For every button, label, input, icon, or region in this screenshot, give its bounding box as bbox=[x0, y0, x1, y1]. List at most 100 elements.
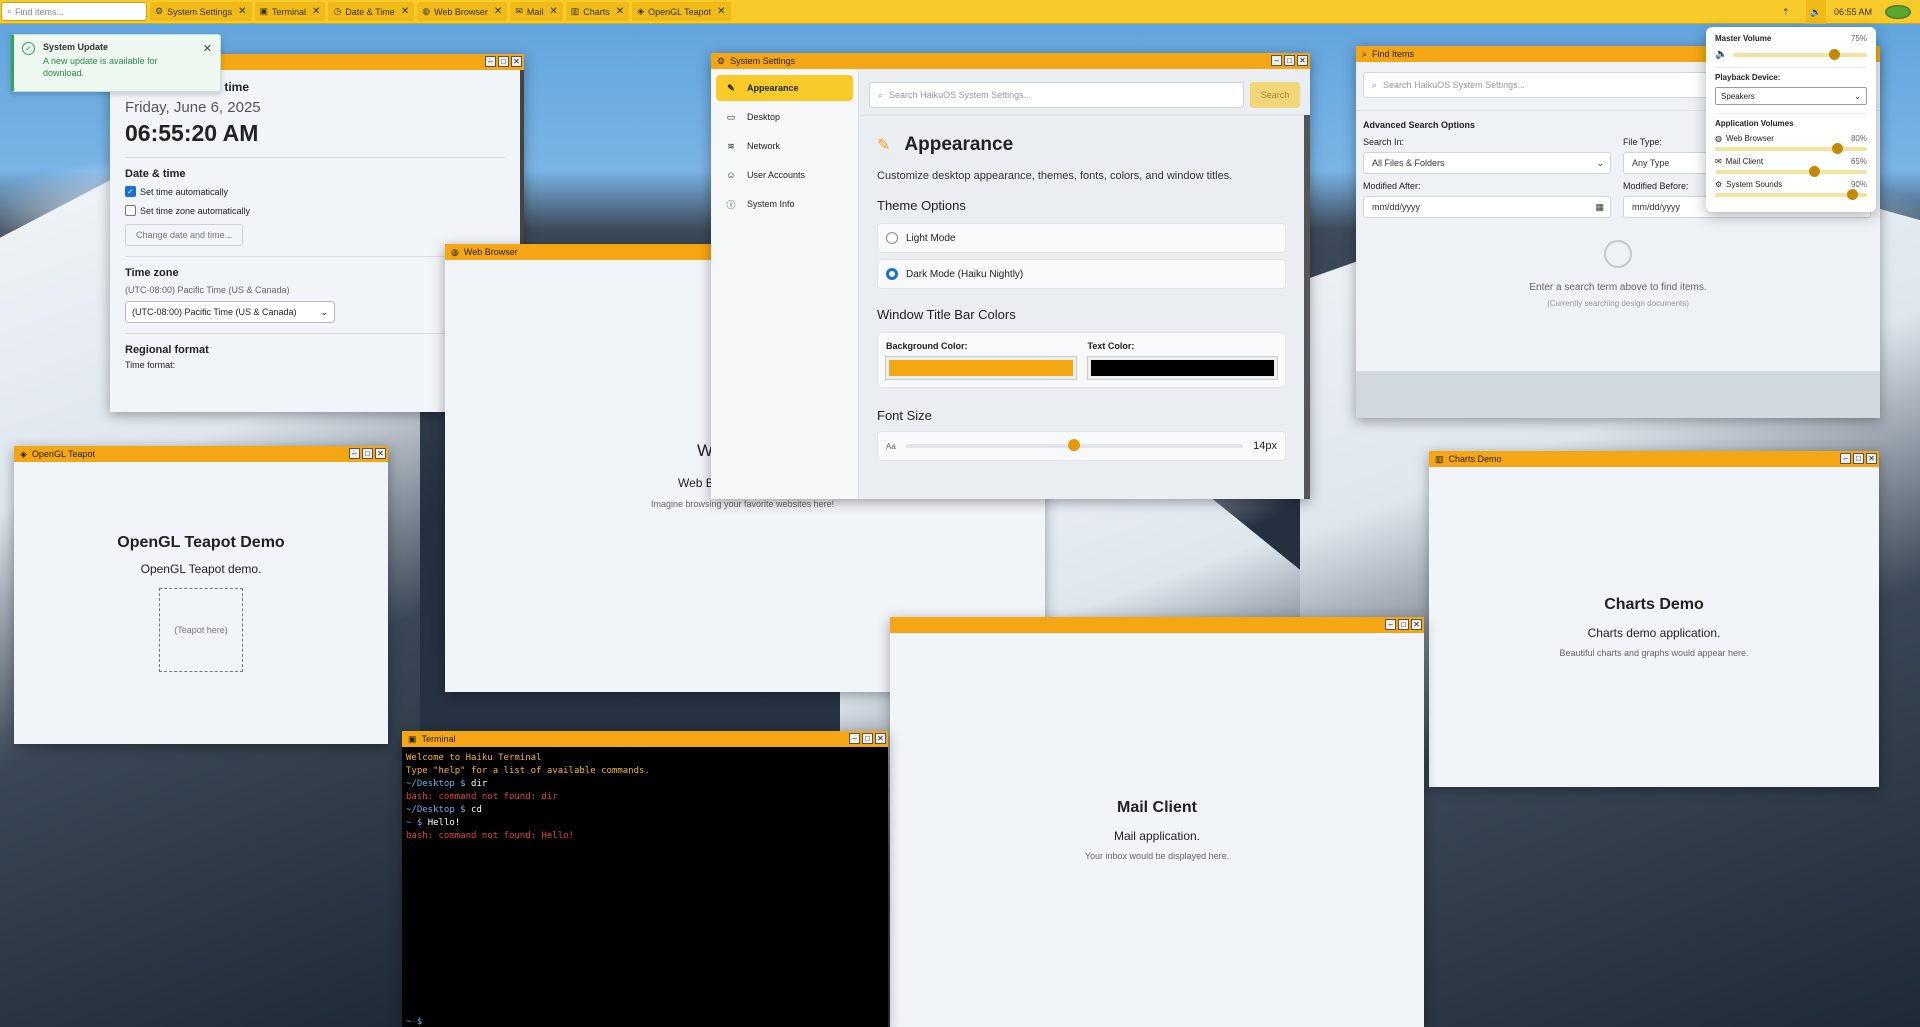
search-icon: ⌕ bbox=[1362, 48, 1368, 59]
text-color-label: Text Color: bbox=[1087, 341, 1135, 351]
bg-color-label: Background Color: bbox=[886, 341, 968, 351]
charts-subtitle: Charts demo application. bbox=[1587, 626, 1721, 640]
close-button[interactable]: ✕ bbox=[1411, 619, 1422, 630]
chart-icon: ▥ bbox=[1435, 453, 1444, 464]
close-icon[interactable]: ✕ bbox=[238, 6, 246, 17]
maximize-button[interactable]: □ bbox=[1853, 453, 1864, 464]
terminal-line: ~ $ Hello! bbox=[406, 818, 461, 828]
close-button[interactable]: ✕ bbox=[1866, 453, 1877, 464]
taskbar-tab[interactable]: ◍ Web Browser ✕ bbox=[417, 2, 508, 21]
close-button[interactable]: ✕ bbox=[511, 56, 522, 67]
taskbar-search-input[interactable]: ⌕ Find items... bbox=[1, 2, 147, 21]
taskbar-tab[interactable]: ▥ Charts ✕ bbox=[565, 2, 630, 21]
notification-body: A new update is available for download. bbox=[43, 56, 158, 78]
taskbar-tab[interactable]: ◷ Date & Time ✕ bbox=[328, 2, 415, 21]
terminal-output[interactable]: Welcome to Haiku Terminal Type "help" for… bbox=[402, 747, 888, 848]
system-settings-titlebar: ⚙ System Settings – □ ✕ bbox=[711, 53, 1310, 69]
settings-scrollbar[interactable] bbox=[1304, 115, 1310, 499]
auto-timezone-checkbox[interactable]: Set time zone automatically bbox=[125, 205, 505, 216]
close-icon[interactable]: ✕ bbox=[401, 6, 409, 17]
master-volume-slider[interactable] bbox=[1733, 48, 1867, 60]
terminal-line: Welcome to Haiku Terminal bbox=[406, 753, 542, 763]
close-icon[interactable]: ✕ bbox=[549, 6, 557, 17]
close-icon[interactable]: ✕ bbox=[616, 6, 624, 17]
sidebar-item-user-accounts[interactable]: ☺ User Accounts bbox=[716, 162, 853, 188]
master-volume-label: Master Volume bbox=[1715, 34, 1772, 43]
light-mode-option[interactable]: Light Mode bbox=[877, 223, 1286, 253]
haiku-leaf-icon[interactable] bbox=[1882, 0, 1914, 24]
theme-options-title: Theme Options bbox=[877, 198, 966, 213]
close-icon[interactable]: ✕ bbox=[312, 6, 320, 17]
radio-unselected bbox=[886, 232, 898, 244]
volume-icon[interactable]: 🔈 bbox=[1806, 0, 1826, 24]
close-button[interactable]: ✕ bbox=[875, 733, 886, 744]
master-volume-value: 75% bbox=[1850, 34, 1867, 43]
wifi-icon: ≋ bbox=[727, 140, 735, 151]
minimize-button[interactable]: – bbox=[485, 56, 496, 67]
close-icon[interactable]: ✕ bbox=[717, 6, 725, 17]
clock[interactable]: 06:55 AM bbox=[1832, 0, 1874, 24]
settings-search-button[interactable]: Search bbox=[1250, 82, 1300, 108]
sidebar-item-desktop[interactable]: ▭ Desktop bbox=[716, 104, 853, 130]
teapot-icon: ◈ bbox=[20, 448, 27, 459]
modified-after-label: Modified After: bbox=[1363, 181, 1421, 191]
radio-selected bbox=[886, 268, 898, 280]
timezone-select[interactable]: (UTC-08:00) Pacific Time (US & Canada) ⌄ bbox=[125, 301, 335, 323]
settings-search-input[interactable]: ⌕ Search HaikuOS System Settings... bbox=[869, 82, 1245, 108]
find-empty-subtext: (Currently searching design documents) bbox=[1547, 299, 1689, 308]
app-volume-thumb[interactable] bbox=[1831, 143, 1843, 154]
taskbar-tab[interactable]: ▣ Terminal ✕ bbox=[254, 2, 326, 21]
close-button[interactable]: ✕ bbox=[375, 448, 386, 459]
app-volume-slider[interactable] bbox=[1715, 143, 1867, 154]
minimize-button[interactable]: – bbox=[849, 733, 860, 744]
dark-mode-option[interactable]: Dark Mode (Haiku Nightly) bbox=[877, 259, 1286, 289]
playback-device-select[interactable]: Speakers ⌄ bbox=[1715, 87, 1867, 105]
font-size-slider[interactable] bbox=[905, 439, 1244, 451]
minimize-button[interactable]: – bbox=[349, 448, 360, 459]
find-search-input[interactable]: ⌕ Search HaikuOS System Settings... bbox=[1363, 72, 1733, 98]
search-icon: ⌕ bbox=[7, 6, 13, 16]
search-icon: ⌕ bbox=[878, 89, 884, 100]
minimize-button[interactable]: – bbox=[1385, 619, 1396, 630]
check-circle-icon: ✓ bbox=[22, 42, 35, 55]
terminal-prompt[interactable]: ~ $ bbox=[406, 1017, 422, 1027]
sidebar-item-network[interactable]: ≋ Network bbox=[716, 133, 853, 159]
sidebar-item-system-info[interactable]: ⓘ System Info bbox=[716, 191, 853, 217]
system-update-notification[interactable]: ✓ System Update A new update is availabl… bbox=[11, 34, 221, 92]
font-size-slider-thumb[interactable] bbox=[1068, 439, 1081, 451]
maximize-button[interactable]: □ bbox=[862, 733, 873, 744]
change-date-time-button[interactable]: Change date and time... bbox=[125, 224, 244, 246]
terminal-icon: ▣ bbox=[259, 6, 269, 16]
modified-after-input[interactable]: mm/dd/yyyy ▦ bbox=[1363, 196, 1611, 218]
taskbar: ⌕ Find items... ⚙ System Settings ✕ ▣ Termin… bbox=[0, 0, 1920, 24]
close-icon[interactable]: ✕ bbox=[494, 6, 502, 17]
search-in-select[interactable]: All Files & Folders ⌄ bbox=[1363, 152, 1611, 174]
text-color-picker[interactable] bbox=[1086, 356, 1278, 380]
browser-subtitle: Web B bbox=[678, 476, 714, 490]
minimize-button[interactable]: – bbox=[1840, 453, 1851, 464]
app-volume-thumb[interactable] bbox=[1846, 189, 1858, 200]
page-description: Customize desktop appearance, themes, fo… bbox=[877, 170, 1233, 182]
master-volume-thumb[interactable] bbox=[1828, 48, 1840, 60]
gear-icon: ⚙ bbox=[717, 55, 726, 66]
notification-close-icon[interactable]: ✕ bbox=[203, 42, 212, 84]
close-button[interactable]: ✕ bbox=[1297, 55, 1308, 66]
taskbar-tab[interactable]: ✉ Mail ✕ bbox=[510, 2, 563, 21]
app-volume-slider[interactable] bbox=[1715, 166, 1867, 177]
auto-time-checkbox[interactable]: ✓ Set time automatically bbox=[125, 186, 505, 197]
title-bar-colors-title: Window Title Bar Colors bbox=[877, 307, 1016, 322]
sidebar-item-appearance[interactable]: ✎ Appearance bbox=[716, 75, 853, 101]
maximize-button[interactable]: □ bbox=[362, 448, 373, 459]
app-volume-slider[interactable] bbox=[1715, 189, 1867, 200]
network-icon[interactable]: ⇡ bbox=[1782, 0, 1790, 24]
minimize-button[interactable]: – bbox=[1271, 55, 1282, 66]
maximize-button[interactable]: □ bbox=[1284, 55, 1295, 66]
app-volume-thumb[interactable] bbox=[1808, 166, 1820, 177]
checkbox-checked-icon: ✓ bbox=[125, 186, 136, 197]
maximize-button[interactable]: □ bbox=[1398, 619, 1409, 630]
maximize-button[interactable]: □ bbox=[498, 56, 509, 67]
taskbar-tab[interactable]: ◈ OpenGL Teapot ✕ bbox=[632, 2, 731, 21]
checkbox-unchecked-icon bbox=[125, 205, 136, 216]
taskbar-tab[interactable]: ⚙ System Settings ✕ bbox=[150, 2, 252, 21]
bg-color-picker[interactable] bbox=[885, 356, 1077, 380]
